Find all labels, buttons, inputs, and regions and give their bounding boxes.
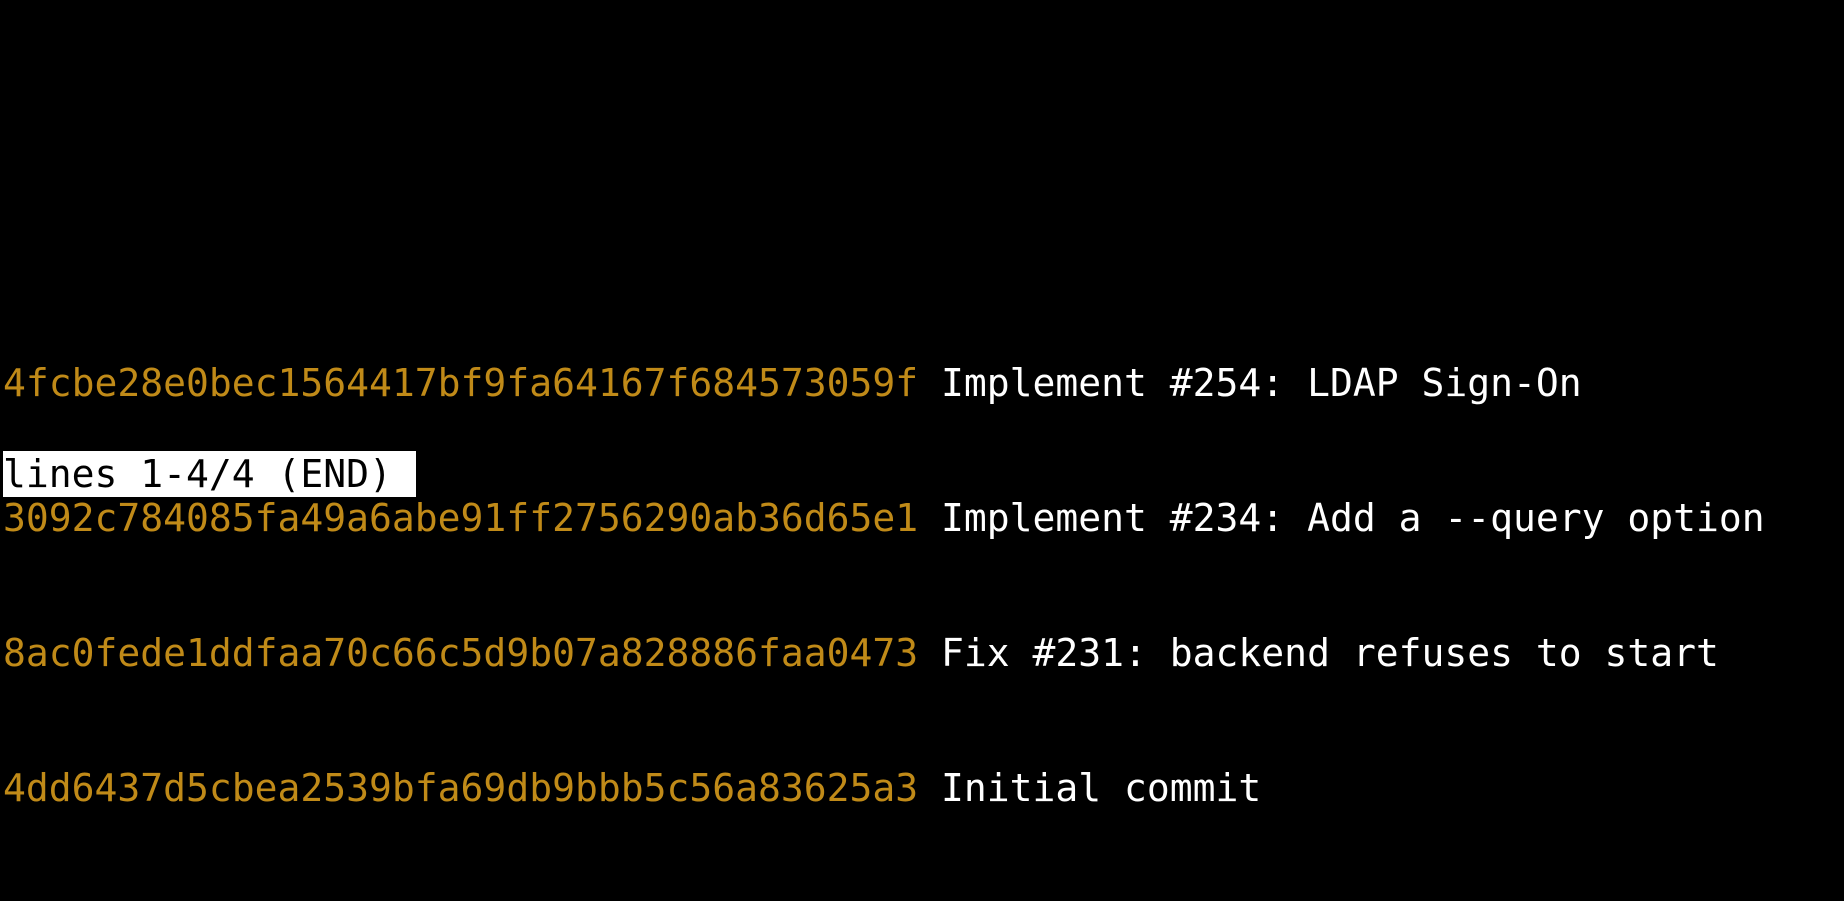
- commit-log: 4fcbe28e0bec1564417bf9fa64167f684573059f…: [3, 271, 1765, 901]
- pager-status-bar: lines 1-4/4 (END): [3, 451, 416, 497]
- commit-message: Initial commit: [941, 766, 1262, 810]
- commit-line: 4fcbe28e0bec1564417bf9fa64167f684573059f…: [3, 361, 1765, 406]
- commit-message: Implement #234: Add a --query option: [941, 496, 1765, 540]
- commit-hash: 4fcbe28e0bec1564417bf9fa64167f684573059f: [3, 361, 919, 405]
- commit-line: 3092c784085fa49a6abe91ff2756290ab36d65e1…: [3, 496, 1765, 541]
- commit-hash: 3092c784085fa49a6abe91ff2756290ab36d65e1: [3, 496, 919, 540]
- commit-hash: 4dd6437d5cbea2539bfa69db9bbb5c56a83625a3: [3, 766, 919, 810]
- commit-message: Fix #231: backend refuses to start: [941, 631, 1719, 675]
- commit-line: 4dd6437d5cbea2539bfa69db9bbb5c56a83625a3…: [3, 766, 1765, 811]
- terminal-window[interactable]: 4fcbe28e0bec1564417bf9fa64167f684573059f…: [0, 0, 1844, 859]
- commit-message: Implement #254: LDAP Sign-On: [941, 361, 1582, 405]
- commit-line: 8ac0fede1ddfaa70c66c5d9b07a828886faa0473…: [3, 631, 1765, 676]
- commit-hash: 8ac0fede1ddfaa70c66c5d9b07a828886faa0473: [3, 631, 919, 675]
